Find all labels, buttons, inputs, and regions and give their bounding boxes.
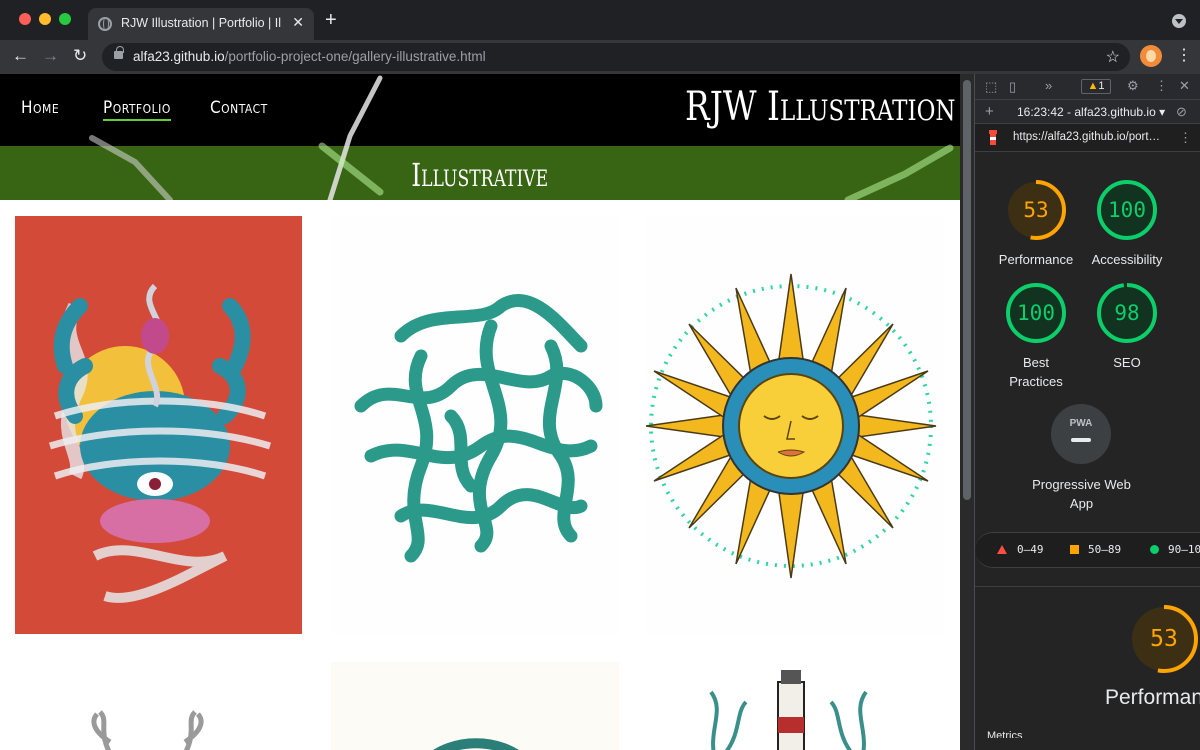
accessibility-score: 100 xyxy=(1108,198,1146,222)
pwa-dash-icon xyxy=(1071,438,1091,442)
gallery-image-teal-tangle[interactable] xyxy=(331,216,619,634)
warning-count: 1 xyxy=(1098,80,1105,92)
performance-section-title: Performance xyxy=(1105,686,1200,709)
url-host: alfa23.github.io xyxy=(133,49,225,64)
address-bar[interactable]: alfa23.github.io/portfolio-project-one/g… xyxy=(102,43,1130,71)
performance-large-score: 53 xyxy=(1150,626,1178,652)
back-button[interactable]: ← xyxy=(12,46,29,66)
fail-triangle-icon xyxy=(997,545,1007,554)
reload-button[interactable]: ↻ xyxy=(73,46,87,66)
devtools-panel: ⬚ ▯ » ▲1 ⚙ ⋮ ✕ + 16:23:42 - alfa23.githu… xyxy=(974,74,1200,750)
lighthouse-toolbar: + 16:23:42 - alfa23.github.io ▾ ⊘ xyxy=(975,100,1200,124)
warning-count-badge[interactable]: ▲1 xyxy=(1081,79,1111,94)
metrics-heading: Metrics xyxy=(987,730,1023,738)
gallery-image-antlers[interactable] xyxy=(15,662,302,750)
report-selector[interactable]: 16:23:42 - alfa23.github.io ▾ xyxy=(1017,105,1165,119)
performance-score: 53 xyxy=(1023,198,1049,222)
section-banner: Illustrative xyxy=(0,146,960,200)
average-square-icon xyxy=(1070,545,1079,554)
window-titlebar: RJW Illustration | Portfolio | Illustrat… xyxy=(0,0,1200,40)
bookmark-star-icon[interactable]: ☆ xyxy=(1106,47,1120,67)
inspect-element-icon[interactable]: ⬚ xyxy=(985,79,997,95)
close-window-button[interactable] xyxy=(19,13,31,25)
pwa-badge[interactable]: PWA xyxy=(1051,404,1111,464)
close-tab-icon[interactable]: ✕ xyxy=(292,14,304,31)
legend-range-pass: 90–100 xyxy=(1168,543,1200,556)
tab-title: RJW Illustration | Portfolio | Illustrat… xyxy=(121,16,281,30)
devtools-menu-icon[interactable]: ⋮ xyxy=(1155,78,1168,94)
device-toggle-icon[interactable]: ▯ xyxy=(1009,79,1016,95)
minimize-window-button[interactable] xyxy=(39,13,51,25)
forward-button[interactable]: → xyxy=(42,46,59,66)
pwa-label: Progressive Web App xyxy=(1032,477,1131,511)
browser-menu-icon[interactable]: ⋮ xyxy=(1176,45,1192,65)
globe-icon xyxy=(98,17,112,31)
url-text[interactable]: alfa23.github.io/portfolio-project-one/g… xyxy=(133,49,486,64)
warning-icon: ▲ xyxy=(1087,80,1099,92)
legend-range-average: 50–89 xyxy=(1088,543,1122,556)
profile-avatar[interactable] xyxy=(1140,45,1162,67)
report-url-bar: https://alfa23.github.io/port… ⋮ xyxy=(975,124,1200,152)
accessibility-label: Accessibility xyxy=(1091,252,1163,267)
report-menu-icon[interactable]: ⋮ xyxy=(1179,130,1192,146)
seo-score: 98 xyxy=(1114,301,1140,325)
section-title: Illustrative xyxy=(411,156,549,194)
page-scrollbar[interactable] xyxy=(960,74,974,750)
best-practices-score: 100 xyxy=(1017,301,1055,325)
devtools-tabbar: ⬚ ▯ » ▲1 ⚙ ⋮ ✕ xyxy=(975,74,1200,100)
nav-home-link[interactable]: Home xyxy=(21,98,59,118)
score-legend: 0–49 50–89 90–100 xyxy=(975,532,1200,568)
seo-label: SEO xyxy=(1113,355,1141,370)
nav-portfolio-link[interactable]: Portfolio xyxy=(103,98,171,121)
browser-toolbar: ← → ↻ alfa23.github.io/portfolio-project… xyxy=(0,40,1200,74)
gallery-image-red-creature[interactable] xyxy=(15,216,302,634)
page-viewport: Home Portfolio Contact RJW Illustration … xyxy=(0,74,960,750)
more-tabs-icon[interactable]: » xyxy=(1045,78,1052,93)
nav-contact-link[interactable]: Contact xyxy=(210,98,268,118)
report-url[interactable]: https://alfa23.github.io/port… xyxy=(1013,131,1160,143)
gallery-image-sun-face[interactable] xyxy=(646,216,943,634)
site-brand-logo[interactable]: RJW Illustration xyxy=(685,84,955,130)
site-header: Home Portfolio Contact RJW Illustration xyxy=(0,74,960,146)
new-tab-button[interactable]: + xyxy=(325,9,337,32)
best-practices-label: Best Practices xyxy=(1009,355,1063,389)
clear-reports-icon[interactable]: ⊘ xyxy=(1176,104,1187,120)
pass-circle-icon xyxy=(1150,545,1159,554)
pwa-badge-text: PWA xyxy=(1069,418,1093,429)
lighthouse-icon xyxy=(989,130,997,145)
legend-range-fail: 0–49 xyxy=(1017,543,1044,556)
lock-icon[interactable] xyxy=(114,46,124,59)
gallery-image-lighthouse[interactable] xyxy=(646,662,943,750)
url-path: /portfolio-project-one/gallery-illustrat… xyxy=(224,49,486,64)
zoom-window-button[interactable] xyxy=(59,13,71,25)
gallery-image-teal-badge[interactable] xyxy=(331,662,619,750)
browser-tab-active[interactable]: RJW Illustration | Portfolio | Illustrat… xyxy=(88,8,314,40)
new-report-icon[interactable]: + xyxy=(985,103,994,120)
scrollbar-thumb[interactable] xyxy=(963,80,971,500)
report-timestamp: 16:23:42 - alfa23.github.io xyxy=(1017,105,1156,119)
gear-icon[interactable]: ⚙ xyxy=(1127,78,1139,94)
close-devtools-icon[interactable]: ✕ xyxy=(1179,78,1190,94)
tab-search-icon[interactable] xyxy=(1172,14,1186,28)
